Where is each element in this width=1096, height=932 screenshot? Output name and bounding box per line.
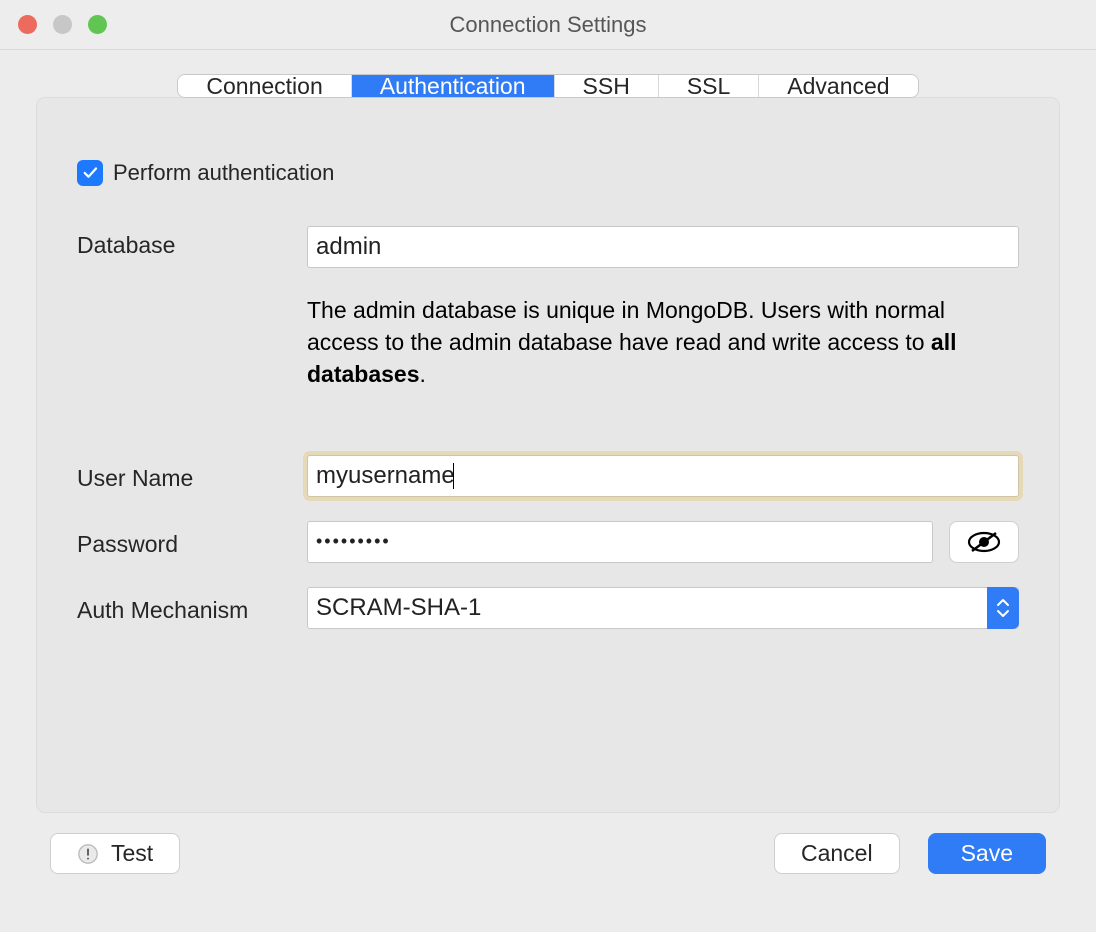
window-title: Connection Settings <box>0 0 1096 49</box>
minimize-window-button[interactable] <box>53 15 72 34</box>
tab-advanced[interactable]: Advanced <box>759 75 917 97</box>
auth-mechanism-select[interactable]: SCRAM-SHA-1 <box>307 587 1019 629</box>
test-button[interactable]: Test <box>50 833 180 874</box>
auth-mechanism-label: Auth Mechanism <box>77 591 307 624</box>
auth-mechanism-row: Auth Mechanism SCRAM-SHA-1 <box>77 587 1019 629</box>
settings-panel: Perform authentication Database The admi… <box>36 97 1060 813</box>
database-label: Database <box>77 226 307 259</box>
tab-connection[interactable]: Connection <box>178 75 351 97</box>
perform-auth-row: Perform authentication <box>77 160 1019 186</box>
check-icon <box>81 164 99 182</box>
username-label: User Name <box>77 459 307 492</box>
traffic-lights <box>0 15 107 34</box>
tab-ssh[interactable]: SSH <box>555 75 659 97</box>
titlebar[interactable]: Connection Settings <box>0 0 1096 50</box>
toggle-password-visibility-button[interactable] <box>949 521 1019 563</box>
save-button[interactable]: Save <box>928 833 1046 874</box>
database-input[interactable] <box>307 226 1019 268</box>
password-label: Password <box>77 525 307 558</box>
username-input[interactable]: myusername <box>307 455 1019 497</box>
text-caret <box>453 463 454 489</box>
database-hint: The admin database is unique in MongoDB.… <box>307 294 1007 391</box>
database-row: Database The admin database is unique in… <box>77 226 1019 391</box>
tab-ssl[interactable]: SSL <box>659 75 759 97</box>
close-window-button[interactable] <box>18 15 37 34</box>
perform-auth-label: Perform authentication <box>113 160 334 186</box>
password-input[interactable]: ••••••••• <box>307 521 933 563</box>
zoom-window-button[interactable] <box>88 15 107 34</box>
username-row: User Name myusername <box>77 455 1019 497</box>
cancel-button[interactable]: Cancel <box>774 833 900 874</box>
password-row: Password ••••••••• <box>77 521 1019 563</box>
tab-authentication[interactable]: Authentication <box>352 75 555 97</box>
content-area: Connection Authentication SSH SSL Advanc… <box>0 50 1096 894</box>
tab-bar: Connection Authentication SSH SSL Advanc… <box>36 50 1060 98</box>
eye-off-icon <box>967 531 1001 553</box>
dialog-footer: Test Cancel Save <box>36 833 1060 874</box>
exclamation-icon <box>77 843 99 865</box>
chevron-updown-icon <box>987 587 1019 629</box>
perform-auth-checkbox[interactable] <box>77 160 103 186</box>
